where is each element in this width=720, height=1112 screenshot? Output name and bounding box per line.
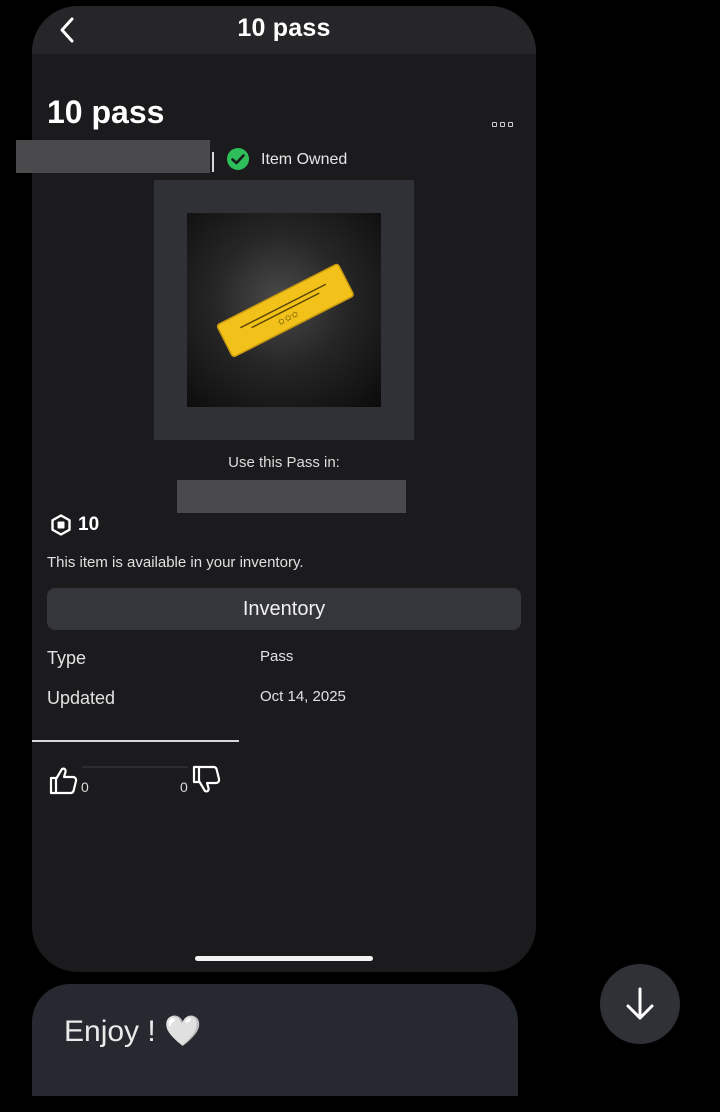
availability-text: This item is available in your inventory… [47, 554, 304, 571]
detail-type-value: Pass [260, 648, 294, 665]
thumbs-up-icon [49, 767, 78, 795]
use-pass-label: Use this Pass in: [228, 454, 340, 471]
page-title: 10 pass [47, 94, 165, 130]
owned-label: Item Owned [261, 151, 348, 168]
price-row: 10 [50, 514, 99, 536]
check-circle-icon [227, 148, 249, 170]
vote-ratio-bar [82, 766, 188, 768]
more-options-button[interactable] [486, 116, 518, 132]
ticket-icon: ✩✩✩ [216, 263, 354, 358]
creator-name-redacted [16, 140, 210, 173]
top-bar: 10 pass [32, 6, 536, 54]
inventory-button[interactable]: Inventory [47, 588, 521, 630]
scroll-down-button[interactable] [600, 964, 680, 1044]
home-indicator[interactable] [195, 956, 373, 961]
chat-message-bubble: Enjoy ! 🤍 [32, 984, 518, 1096]
detail-updated-label: Updated [47, 688, 116, 708]
message-text: Enjoy ! 🤍 [64, 1015, 202, 1048]
downvote-button[interactable]: 0 [180, 764, 222, 796]
more-dot-icon [499, 121, 505, 127]
experience-name-redacted [177, 480, 406, 513]
creator-divider [212, 152, 214, 172]
arrow-down-icon [626, 987, 654, 1020]
more-dot-icon [491, 121, 497, 127]
more-dot-icon [507, 121, 513, 127]
upvote-count: 0 [81, 779, 89, 795]
thumbs-down-icon [192, 765, 220, 793]
upvote-button[interactable]: 0 [47, 764, 89, 796]
detail-type-label: Type [47, 648, 87, 668]
downvote-count: 0 [180, 779, 188, 795]
price-value: 10 [78, 514, 100, 535]
tab-underline [32, 740, 239, 742]
robux-icon [51, 514, 71, 536]
topbar-title: 10 pass [237, 14, 331, 42]
detail-updated-value: Oct 14, 2025 [260, 688, 346, 705]
pass-image: ✩✩✩ [187, 213, 381, 407]
item-thumbnail: ✩✩✩ [154, 180, 414, 440]
